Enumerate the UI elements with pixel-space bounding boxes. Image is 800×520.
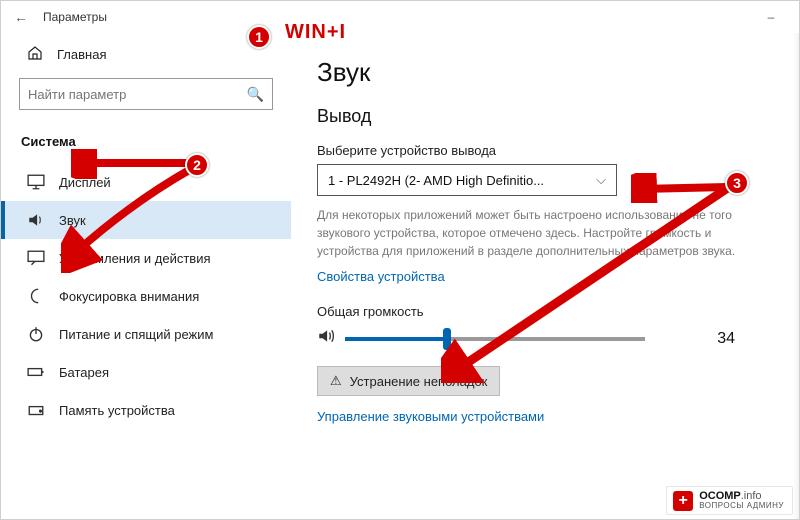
troubleshoot-label: Устранение неполадок [350,374,488,389]
settings-window: ← Параметры – Главная 🔍 Система Дисплей [0,0,800,520]
minimize-button[interactable]: – [751,10,791,24]
page-title: Звук [317,57,771,88]
annotation-badge-1: 1 [247,25,271,49]
annotation-badge-3: 3 [725,171,749,195]
content-pane: Звук Вывод Выберите устройство вывода 1 … [291,33,799,519]
storage-icon [27,401,45,419]
volume-value: 34 [695,330,735,348]
volume-speaker-icon[interactable] [317,327,335,350]
message-icon [27,249,45,267]
sidebar-item-storage[interactable]: Память устройства [1,391,291,429]
volume-label: Общая громкость [317,304,771,319]
search-icon: 🔍 [247,86,264,103]
output-device-value: 1 - PL2492H (2- AMD High Definitio... [328,173,544,188]
sidebar-item-label: Питание и спящий режим [59,327,213,342]
annotation-badge-2: 2 [185,153,209,177]
watermark-plus-icon: + [673,491,693,511]
sidebar-item-label: Память устройства [59,403,175,418]
sidebar-item-sound[interactable]: Звук [1,201,291,239]
battery-icon [27,363,45,381]
watermark: + OCOMP.info ВОПРОСЫ АДМИНУ [666,486,793,515]
titlebar: ← Параметры – [1,1,799,33]
sidebar-item-label: Фокусировка внимания [59,289,199,304]
section-output: Вывод [317,106,771,127]
sidebar-group-system: Система [1,128,291,163]
speaker-icon [27,211,45,229]
volume-row: 34 [317,327,771,350]
volume-slider-thumb[interactable] [443,328,451,350]
chevron-down-icon: ⌵ [596,172,606,188]
volume-slider[interactable] [345,337,645,341]
sidebar-item-label: Звук [59,213,86,228]
sidebar-home[interactable]: Главная [1,37,291,78]
volume-slider-fill [345,337,447,341]
sidebar-item-battery[interactable]: Батарея [1,353,291,391]
annotation-shortcut-text: WIN+I [285,21,346,44]
sidebar-item-label: Батарея [59,365,109,380]
sidebar-item-notifications[interactable]: Уведомления и действия [1,239,291,277]
sidebar-item-display[interactable]: Дисплей [1,163,291,201]
moon-icon [27,287,45,305]
sidebar-home-label: Главная [57,47,106,62]
watermark-tagline: ВОПРОСЫ АДМИНУ [699,502,784,511]
sidebar-item-label: Уведомления и действия [59,251,211,266]
search-input-wrap[interactable]: 🔍 [19,78,273,110]
search-input[interactable] [28,87,247,102]
warning-icon: ⚠ [330,373,342,389]
output-device-dropdown[interactable]: 1 - PL2492H (2- AMD High Definitio... ⌵ [317,164,617,196]
manage-devices-link[interactable]: Управление звуковыми устройствами [317,409,544,424]
back-button[interactable]: ← [9,9,33,25]
device-properties-link[interactable]: Свойства устройства [317,269,445,284]
power-icon [27,325,45,343]
troubleshoot-button[interactable]: ⚠ Устранение неполадок [317,366,500,396]
sidebar-item-power[interactable]: Питание и спящий режим [1,315,291,353]
home-icon [27,45,43,64]
sidebar-item-focus[interactable]: Фокусировка внимания [1,277,291,315]
sidebar-item-label: Дисплей [59,175,111,190]
sidebar: Главная 🔍 Система Дисплей Звук Уведом [1,33,291,519]
output-device-label: Выберите устройство вывода [317,143,771,158]
sidebar-nav: Дисплей Звук Уведомления и действия Фоку… [1,163,291,429]
display-icon [27,173,45,191]
output-description: Для некоторых приложений может быть наст… [317,206,747,260]
window-title: Параметры [43,10,107,24]
